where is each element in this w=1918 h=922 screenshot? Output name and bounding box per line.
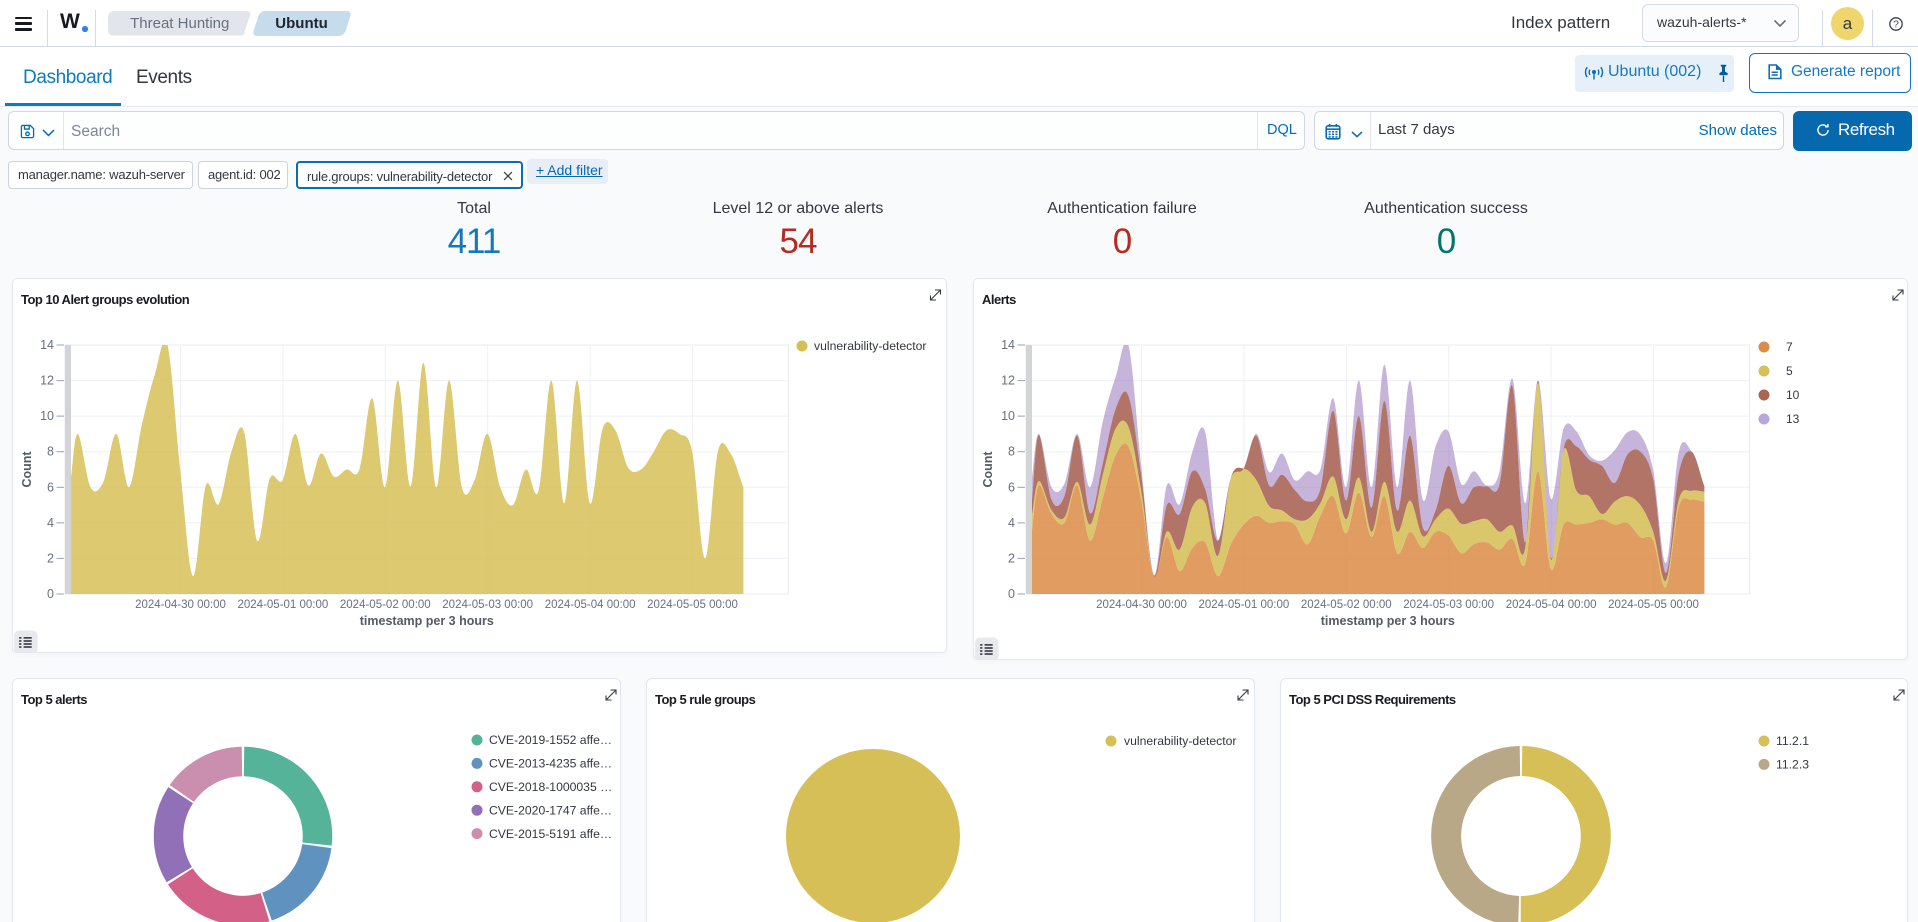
svg-text:2024-04-30 00:00: 2024-04-30 00:00 [135,599,226,611]
svg-text:0: 0 [47,587,54,601]
svg-text:timestamp per 3 hours: timestamp per 3 hours [1321,614,1455,628]
svg-text:11.2.3: 11.2.3 [1776,758,1809,772]
svg-text:7: 7 [1786,340,1793,354]
svg-text:2024-05-03 00:00: 2024-05-03 00:00 [442,599,533,611]
svg-text:CVE-2018-1000035 …: CVE-2018-1000035 … [489,780,612,794]
svg-text:2024-05-04 00:00: 2024-05-04 00:00 [545,599,636,611]
svg-text:Count: Count [20,451,34,488]
svg-text:CVE-2015-5191 affe…: CVE-2015-5191 affe… [489,827,612,841]
svg-text:2024-05-05 00:00: 2024-05-05 00:00 [1608,599,1699,611]
svg-text:vulnerability-detector: vulnerability-detector [814,339,926,353]
svg-text:14: 14 [40,338,54,352]
svg-text:4: 4 [1008,516,1015,530]
svg-text:6: 6 [1008,480,1015,494]
svg-text:13: 13 [1786,412,1800,426]
svg-text:12: 12 [40,374,54,388]
svg-text:6: 6 [47,480,54,494]
svg-text:vulnerability-detector: vulnerability-detector [1124,734,1236,748]
svg-text:14: 14 [1001,338,1015,352]
svg-text:10: 10 [40,409,54,423]
svg-text:CVE-2013-4235 affe…: CVE-2013-4235 affe… [489,757,612,771]
svg-text:2: 2 [47,551,54,565]
svg-text:2024-05-04 00:00: 2024-05-04 00:00 [1506,599,1597,611]
svg-text:12: 12 [1001,374,1015,388]
svg-text:8: 8 [47,445,54,459]
svg-text:2: 2 [1008,551,1015,565]
svg-text:2024-05-02 00:00: 2024-05-02 00:00 [340,599,431,611]
svg-text:CVE-2020-1747 affe…: CVE-2020-1747 affe… [489,803,612,817]
svg-text:0: 0 [1008,587,1015,601]
svg-text:Count: Count [981,451,995,488]
svg-text:CVE-2019-1552 affe…: CVE-2019-1552 affe… [489,733,612,747]
svg-text:5: 5 [1786,364,1793,378]
svg-text:11.2.1: 11.2.1 [1776,734,1809,748]
svg-text:2024-05-05 00:00: 2024-05-05 00:00 [647,599,738,611]
svg-text:2024-05-01 00:00: 2024-05-01 00:00 [1198,599,1289,611]
svg-text:8: 8 [1008,445,1015,459]
svg-text:4: 4 [47,516,54,530]
svg-text:2024-04-30 00:00: 2024-04-30 00:00 [1096,599,1187,611]
svg-text:2024-05-02 00:00: 2024-05-02 00:00 [1301,599,1392,611]
svg-text:2024-05-03 00:00: 2024-05-03 00:00 [1403,599,1494,611]
svg-text:10: 10 [1786,388,1800,402]
svg-text:10: 10 [1001,409,1015,423]
svg-text:?: ? [1893,20,1899,31]
svg-text:2024-05-01 00:00: 2024-05-01 00:00 [237,599,328,611]
svg-text:timestamp per 3 hours: timestamp per 3 hours [360,614,494,628]
